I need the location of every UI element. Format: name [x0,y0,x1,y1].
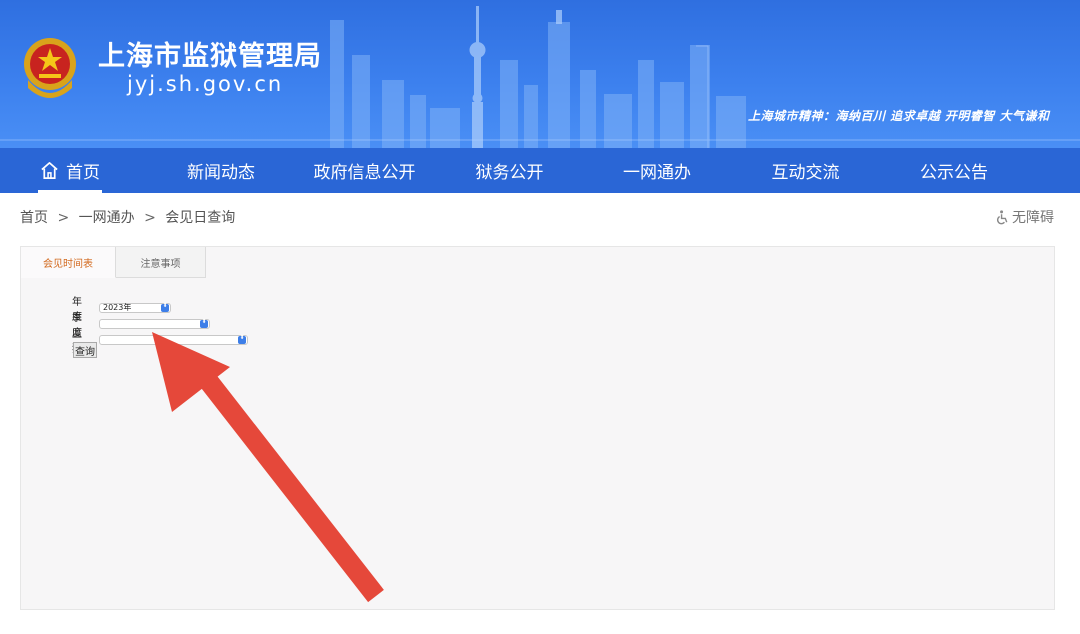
breadcrumb-one-stop-link[interactable]: 一网通办 [79,210,135,226]
nav-item-gov-info[interactable]: 政府信息公开 [302,148,427,193]
tab-notes[interactable]: 注意事项 [116,247,206,278]
nav-item-label: 新闻动态 [187,163,255,183]
meeting-query-panel: 会见时间表 注意事项 年 度 2023年 ⬍ 季 度 ⬍ 监 狱 ⬍ 查询 [20,246,1055,610]
site-domain: jyj.sh.gov.cn [127,72,284,96]
nav-item-label: 政府信息公开 [313,163,416,183]
tab-label: 注意事项 [140,258,181,270]
nav-item-label: 首页 [66,163,100,183]
national-emblem-icon [24,38,76,98]
breadcrumb-separator: > [57,210,70,226]
nav-item-news[interactable]: 新闻动态 [140,148,302,193]
nav-item-label: 狱务公开 [475,163,544,183]
breadcrumb: 首页 > 一网通办 > 会见日查询 [20,207,235,227]
tab-meeting-schedule[interactable]: 会见时间表 [21,247,116,278]
nav-item-notices[interactable]: 公示公告 [889,148,1019,193]
breadcrumb-separator: > [144,210,156,226]
prison-select[interactable]: ⬍ [99,335,248,345]
nav-item-label: 互动交流 [771,163,840,183]
home-icon [41,162,58,179]
nav-item-label: 公示公告 [920,163,988,183]
tab-label: 会见时间表 [43,258,93,270]
select-arrows-icon: ⬍ [238,335,246,344]
nav-item-interaction[interactable]: 互动交流 [722,148,889,193]
nav-item-prison-affairs[interactable]: 狱务公开 [427,148,592,193]
header-banner: 上海市监狱管理局 jyj.sh.gov.cn 上海城市精神：海纳百川 追求卓越 … [0,0,1080,148]
tab-bar: 会见时间表 注意事项 [21,247,206,278]
prison-row: 监 狱 ⬍ [72,325,248,355]
nav-item-label: 一网通办 [623,163,691,183]
main-nav: 首页 新闻动态 政府信息公开 狱务公开 一网通办 互动交流 公示公告 [0,148,1080,193]
breadcrumb-current: 会见日查询 [165,210,236,226]
wheelchair-icon [996,209,1008,224]
site-title: 上海市监狱管理局 [98,41,322,72]
city-spirit-slogan: 上海城市精神：海纳百川 追求卓越 开明睿智 大气谦和 [748,109,1050,123]
accessibility-link[interactable]: 无障碍 [995,207,1054,227]
accessibility-label: 无障碍 [1012,210,1054,226]
nav-item-home[interactable]: 首页 [0,148,140,193]
query-button[interactable]: 查询 [73,342,97,358]
breadcrumb-home-link[interactable]: 首页 [20,210,48,226]
nav-item-one-stop[interactable]: 一网通办 [592,148,722,193]
